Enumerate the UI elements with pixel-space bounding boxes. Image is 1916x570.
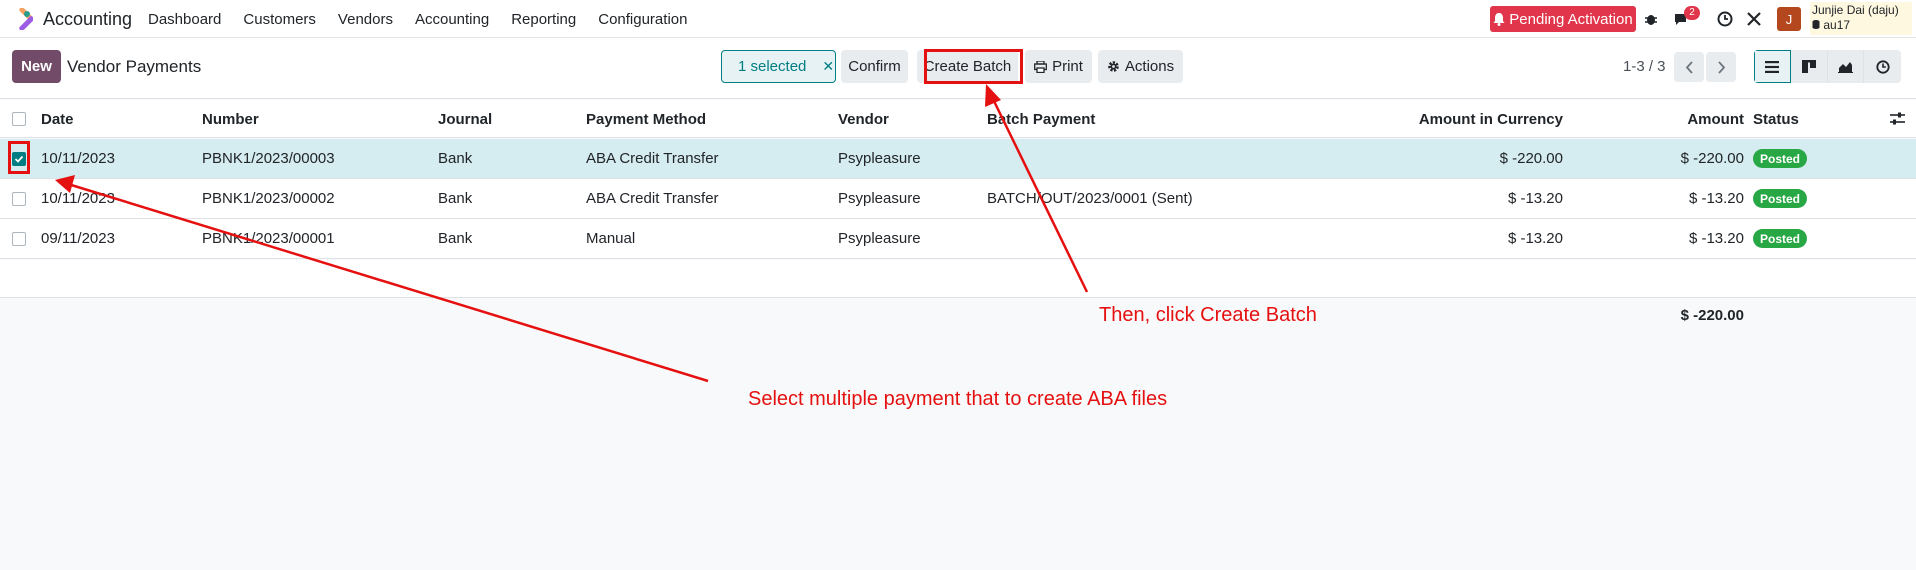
printer-icon [1034,60,1048,73]
amount-total: $ -220.00 [1680,307,1744,324]
activity-view-button[interactable] [1864,50,1901,83]
checkbox-highlight [8,141,30,174]
row-checkbox[interactable] [12,192,26,206]
cell-journal: Bank [438,230,473,247]
kanban-view-button[interactable] [1790,50,1828,83]
row-checkbox[interactable] [12,232,26,246]
pending-activation-label: Pending Activation [1509,10,1633,28]
cell-vendor: Psypleasure [838,150,921,167]
bell-icon [1493,12,1505,26]
chat-count-badge: 2 [1684,6,1700,20]
app-name[interactable]: Accounting [43,9,132,30]
pager-next-button[interactable] [1706,52,1736,82]
cell-amount-in-currency: $ -13.20 [1507,190,1563,207]
top-navbar: Accounting Dashboard Customers Vendors A… [0,0,1916,38]
clock-icon [1876,59,1890,74]
cell-journal: Bank [438,190,473,207]
menu-accounting[interactable]: Accounting [415,11,489,28]
annotation-step-select: Select multiple payment that to create A… [748,388,1168,410]
column-payment-method[interactable]: Payment Method [586,111,706,128]
clock-icon[interactable] [1715,9,1735,29]
print-button[interactable]: Print [1025,50,1092,83]
status-badge: Posted [1753,229,1808,248]
cell-vendor: Psypleasure [838,190,921,207]
database-icon [1812,20,1820,29]
table-header: Date Number Journal Payment Method Vendo… [0,100,1916,138]
actions-label: Actions [1124,58,1175,75]
list-view-button[interactable] [1754,50,1791,83]
view-switcher [1754,50,1901,83]
bug-icon[interactable] [1641,9,1661,29]
cell-batch-payment[interactable]: BATCH/OUT/2023/0001 (Sent) [987,190,1193,207]
clear-selection-icon[interactable]: ✕ [822,58,834,75]
cell-payment-method: ABA Credit Transfer [586,150,719,167]
database-name: au17 [1812,18,1850,32]
selected-count-chip[interactable]: 1 selected ✕ [721,50,836,83]
select-all-checkbox[interactable] [12,112,26,126]
avatar[interactable]: J [1777,7,1801,31]
kanban-icon [1801,60,1816,73]
pager-value[interactable]: 1-3 / 3 [1623,58,1666,75]
cell-amount: $ -220.00 [1680,150,1744,167]
column-date[interactable]: Date [41,111,74,128]
optional-columns-icon[interactable] [1890,112,1905,129]
menu-vendors[interactable]: Vendors [338,11,393,28]
tools-icon[interactable] [1744,9,1764,29]
graph-view-button[interactable] [1827,50,1865,83]
database-label: au17 [1823,18,1851,32]
area-chart-icon [1837,62,1853,73]
menu-reporting[interactable]: Reporting [511,11,576,28]
pager-previous-button[interactable] [1674,52,1704,82]
cell-date: 10/11/2023 [41,150,115,167]
empty-row [0,260,1916,298]
page-title: Vendor Payments [67,57,202,76]
column-status[interactable]: Status [1753,111,1799,128]
cell-journal: Bank [438,150,473,167]
column-amount-in-currency[interactable]: Amount in Currency [1380,111,1563,128]
cell-amount: $ -13.20 [1688,190,1744,207]
selected-count-label: 1 selected [738,58,807,75]
cell-vendor: Psypleasure [838,230,921,247]
menu-customers[interactable]: Customers [243,11,316,28]
status-badge: Posted [1753,189,1808,208]
table-row[interactable]: 10/11/2023 PBNK1/2023/00003 Bank ABA Cre… [0,139,1916,179]
cell-date: 10/11/2023 [41,190,115,207]
confirm-button[interactable]: Confirm [841,50,908,83]
annotation-step-create-batch: Then, click Create Batch [1099,304,1317,326]
pending-activation-button[interactable]: Pending Activation [1490,6,1636,32]
column-amount[interactable]: Amount [1600,111,1744,128]
user-name: Junjie Dai (daju) [1812,3,1899,17]
table-row[interactable]: 09/11/2023 PBNK1/2023/00001 Bank Manual … [0,219,1916,259]
cell-number: PBNK1/2023/00003 [202,150,335,167]
cell-date: 09/11/2023 [41,230,115,247]
accounting-app-icon[interactable] [11,8,33,30]
chevron-left-icon [1685,60,1693,74]
column-number[interactable]: Number [202,111,259,128]
column-vendor[interactable]: Vendor [838,111,889,128]
table-row[interactable]: 10/11/2023 PBNK1/2023/00002 Bank ABA Cre… [0,179,1916,219]
cell-payment-method: Manual [586,230,636,247]
new-button[interactable]: New [12,50,61,83]
print-label: Print [1052,58,1083,75]
column-batch-payment[interactable]: Batch Payment [987,111,1095,128]
create-batch-highlight [924,49,1023,84]
main-menu: Dashboard Customers Vendors Accounting R… [148,11,709,28]
cell-number: PBNK1/2023/00001 [202,230,335,247]
gear-icon [1108,61,1119,72]
cell-payment-method: ABA Credit Transfer [586,190,719,207]
actions-button[interactable]: Actions [1098,50,1183,83]
cell-amount-in-currency: $ -220.00 [1499,150,1563,167]
list-icon [1765,60,1780,73]
chevron-right-icon [1717,60,1725,74]
cell-amount-in-currency: $ -13.20 [1507,230,1563,247]
column-journal[interactable]: Journal [438,111,492,128]
menu-configuration[interactable]: Configuration [598,11,687,28]
menu-dashboard[interactable]: Dashboard [148,11,221,28]
status-badge: Posted [1753,149,1808,168]
cell-number: PBNK1/2023/00002 [202,190,335,207]
cell-amount: $ -13.20 [1688,230,1744,247]
